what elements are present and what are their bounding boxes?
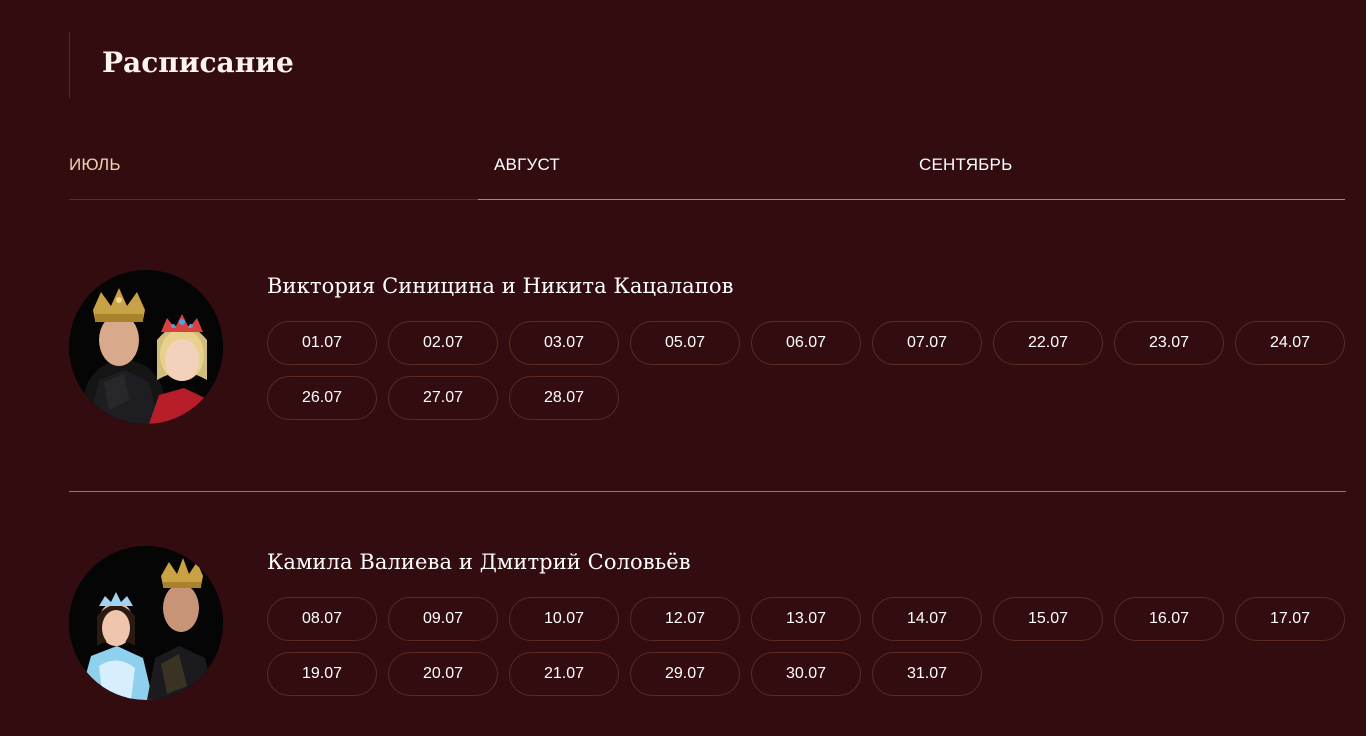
performer-block: Камила Валиева и Дмитрий Соловьёв 08.07 0…	[69, 546, 1346, 706]
date-button[interactable]: 26.07	[267, 376, 377, 420]
schedule-page: Расписание ИЮЛЬ АВГУСТ СЕНТЯБРЬ Виктория…	[0, 0, 1366, 736]
date-button[interactable]: 30.07	[751, 652, 861, 696]
page-title: Расписание	[102, 46, 294, 79]
tab-august[interactable]: АВГУСТ	[478, 140, 904, 200]
date-button[interactable]: 12.07	[630, 597, 740, 641]
performer-block: Виктория Синицина и Никита Кацалапов 01.…	[69, 270, 1346, 492]
date-button[interactable]: 10.07	[509, 597, 619, 641]
title-block: Расписание	[69, 32, 294, 98]
month-tabs: ИЮЛЬ АВГУСТ СЕНТЯБРЬ	[69, 140, 1345, 200]
performer-name: Виктория Синицина и Никита Кацалапов	[267, 274, 734, 298]
tab-july[interactable]: ИЮЛЬ	[69, 140, 478, 200]
date-button[interactable]: 02.07	[388, 321, 498, 365]
date-button[interactable]: 16.07	[1114, 597, 1224, 641]
date-list: 01.07 02.07 03.07 05.07 06.07 07.07 22.07 23.07…	[267, 321, 1347, 420]
performer-photo	[69, 270, 223, 424]
date-button[interactable]: 06.07	[751, 321, 861, 365]
date-button[interactable]: 14.07	[872, 597, 982, 641]
performer-name: Камила Валиева и Дмитрий Соловьёв	[267, 550, 691, 574]
date-button[interactable]: 03.07	[509, 321, 619, 365]
date-button[interactable]: 17.07	[1235, 597, 1345, 641]
date-button[interactable]: 21.07	[509, 652, 619, 696]
date-button[interactable]: 27.07	[388, 376, 498, 420]
date-button[interactable]: 09.07	[388, 597, 498, 641]
date-button[interactable]: 01.07	[267, 321, 377, 365]
performer-photo-illustration	[69, 270, 223, 424]
date-button[interactable]: 24.07	[1235, 321, 1345, 365]
date-button[interactable]: 23.07	[1114, 321, 1224, 365]
date-button[interactable]: 07.07	[872, 321, 982, 365]
date-button[interactable]: 31.07	[872, 652, 982, 696]
performer-photo	[69, 546, 223, 700]
date-button[interactable]: 29.07	[630, 652, 740, 696]
date-list: 08.07 09.07 10.07 12.07 13.07 14.07 15.07 16.07…	[267, 597, 1347, 696]
performer-photo-illustration	[69, 546, 223, 700]
date-button[interactable]: 22.07	[993, 321, 1103, 365]
date-button[interactable]: 08.07	[267, 597, 377, 641]
tab-september[interactable]: СЕНТЯБРЬ	[904, 140, 1345, 200]
date-button[interactable]: 05.07	[630, 321, 740, 365]
date-button[interactable]: 20.07	[388, 652, 498, 696]
date-button[interactable]: 15.07	[993, 597, 1103, 641]
date-button[interactable]: 28.07	[509, 376, 619, 420]
date-button[interactable]: 19.07	[267, 652, 377, 696]
date-button[interactable]: 13.07	[751, 597, 861, 641]
